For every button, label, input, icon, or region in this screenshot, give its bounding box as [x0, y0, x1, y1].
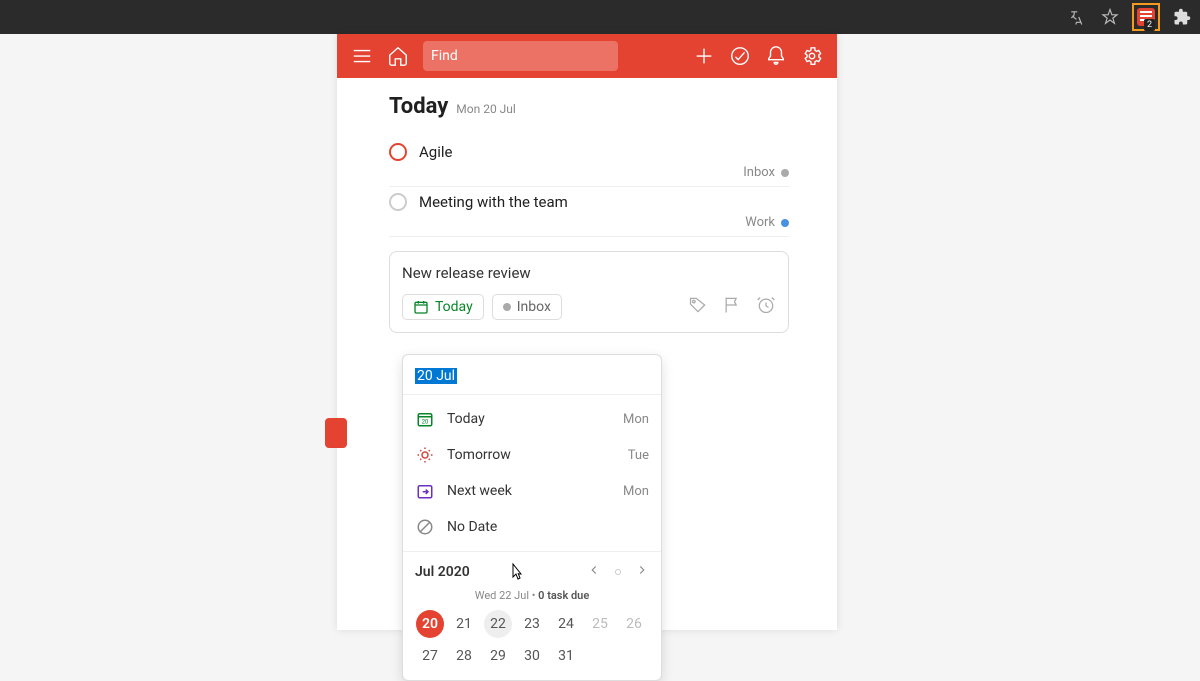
- calendar-day: [620, 642, 648, 670]
- search-input[interactable]: Find: [423, 41, 618, 71]
- quick-date-label: No Date: [447, 519, 637, 535]
- sun-icon: [415, 445, 435, 465]
- task-row[interactable]: Agile Inbox: [389, 137, 789, 187]
- app-header: Find: [337, 34, 837, 78]
- home-icon[interactable]: [387, 45, 409, 67]
- calendar-day[interactable]: 28: [450, 642, 478, 670]
- calendar-header: Jul 2020: [403, 552, 661, 585]
- label-icon[interactable]: [688, 295, 708, 319]
- calendar-day[interactable]: 26: [620, 610, 648, 638]
- calendar-day[interactable]: 31: [552, 642, 580, 670]
- svg-text:20: 20: [422, 419, 429, 426]
- bookmark-star-icon[interactable]: [1100, 7, 1120, 27]
- page-title: Today: [389, 94, 448, 119]
- flag-icon[interactable]: [722, 295, 742, 319]
- calendar-day[interactable]: 20: [416, 610, 444, 638]
- quick-date-day: Tue: [628, 448, 649, 463]
- task-title: Agile: [419, 143, 452, 161]
- calendar-day[interactable]: 30: [518, 642, 546, 670]
- arrow-right-box-icon: [415, 481, 435, 501]
- calendar-day[interactable]: 27: [416, 642, 444, 670]
- quick-date-today[interactable]: 20 Today Mon: [403, 401, 661, 437]
- project-dot-icon: [781, 169, 789, 177]
- calendar-next-icon[interactable]: [635, 562, 649, 581]
- calendar-day: [586, 642, 614, 670]
- date-input-value: 20 Jul: [415, 368, 457, 384]
- task-row[interactable]: Meeting with the team Work: [389, 187, 789, 237]
- calendar-today-dot[interactable]: [615, 569, 621, 575]
- calendar-day[interactable]: 29: [484, 642, 512, 670]
- add-task-button[interactable]: [325, 418, 347, 448]
- quick-date-tomorrow[interactable]: Tomorrow Tue: [403, 437, 661, 473]
- task-checkbox[interactable]: [389, 193, 407, 211]
- notifications-icon[interactable]: [765, 45, 787, 67]
- calendar-prev-icon[interactable]: [587, 562, 601, 581]
- calendar-day[interactable]: 25: [586, 610, 614, 638]
- extension-badge: 2: [1144, 19, 1155, 31]
- calendar-day[interactable]: 24: [552, 610, 580, 638]
- calendar-day[interactable]: 22: [484, 610, 512, 638]
- schedule-chip[interactable]: Today: [402, 294, 484, 320]
- menu-icon[interactable]: [351, 45, 373, 67]
- task-editor: New release review Today Inbox: [389, 251, 789, 333]
- schedule-chip-label: Today: [435, 299, 473, 315]
- calendar-day[interactable]: 23: [518, 610, 546, 638]
- quick-date-day: Mon: [623, 484, 649, 499]
- calendar-hover-info: Wed 22 Jul • 0 task due: [403, 585, 661, 610]
- calendar-today-icon: 20: [415, 409, 435, 429]
- quick-date-label: Tomorrow: [447, 447, 616, 463]
- calendar-month-label: Jul 2020: [415, 564, 470, 580]
- date-scheduler-popup: 20 Jul 20 Today Mon Tomorrow Tue Next we…: [402, 354, 662, 681]
- reminder-icon[interactable]: [756, 295, 776, 319]
- project-chip-label: Inbox: [517, 299, 551, 315]
- todoist-extension-button[interactable]: 2: [1132, 3, 1160, 31]
- quick-date-label: Next week: [447, 483, 611, 499]
- quick-date-next-week[interactable]: Next week Mon: [403, 473, 661, 509]
- quick-date-label: Today: [447, 411, 611, 427]
- project-dot-icon: [503, 303, 511, 311]
- page-subtitle: Mon 20 Jul: [456, 102, 516, 116]
- task-title: Meeting with the team: [419, 193, 568, 211]
- quick-date-no-date[interactable]: No Date: [403, 509, 661, 545]
- task-input[interactable]: New release review: [402, 264, 776, 282]
- translate-icon[interactable]: [1068, 7, 1088, 27]
- task-checkbox[interactable]: [389, 143, 407, 161]
- task-project-label: Inbox: [743, 165, 775, 180]
- calendar-grid: 20 21 22 23 24 25 26 27 28 29 30 31: [403, 610, 661, 680]
- task-project-label: Work: [745, 215, 775, 230]
- search-placeholder: Find: [431, 48, 458, 64]
- date-input-field[interactable]: 20 Jul: [403, 355, 661, 395]
- quick-date-day: Mon: [623, 412, 649, 427]
- todoist-panel: Find Today Mon 20 Jul Agile Inbox: [337, 34, 837, 630]
- project-chip[interactable]: Inbox: [492, 294, 562, 320]
- project-dot-icon: [781, 219, 789, 227]
- productivity-icon[interactable]: [729, 45, 751, 67]
- page-title-row: Today Mon 20 Jul: [389, 94, 789, 119]
- settings-icon[interactable]: [801, 45, 823, 67]
- browser-toolbar: 2: [0, 0, 1200, 34]
- calendar-day[interactable]: 21: [450, 610, 478, 638]
- extensions-icon[interactable]: [1172, 7, 1192, 27]
- add-task-icon[interactable]: [693, 45, 715, 67]
- no-date-icon: [415, 517, 435, 537]
